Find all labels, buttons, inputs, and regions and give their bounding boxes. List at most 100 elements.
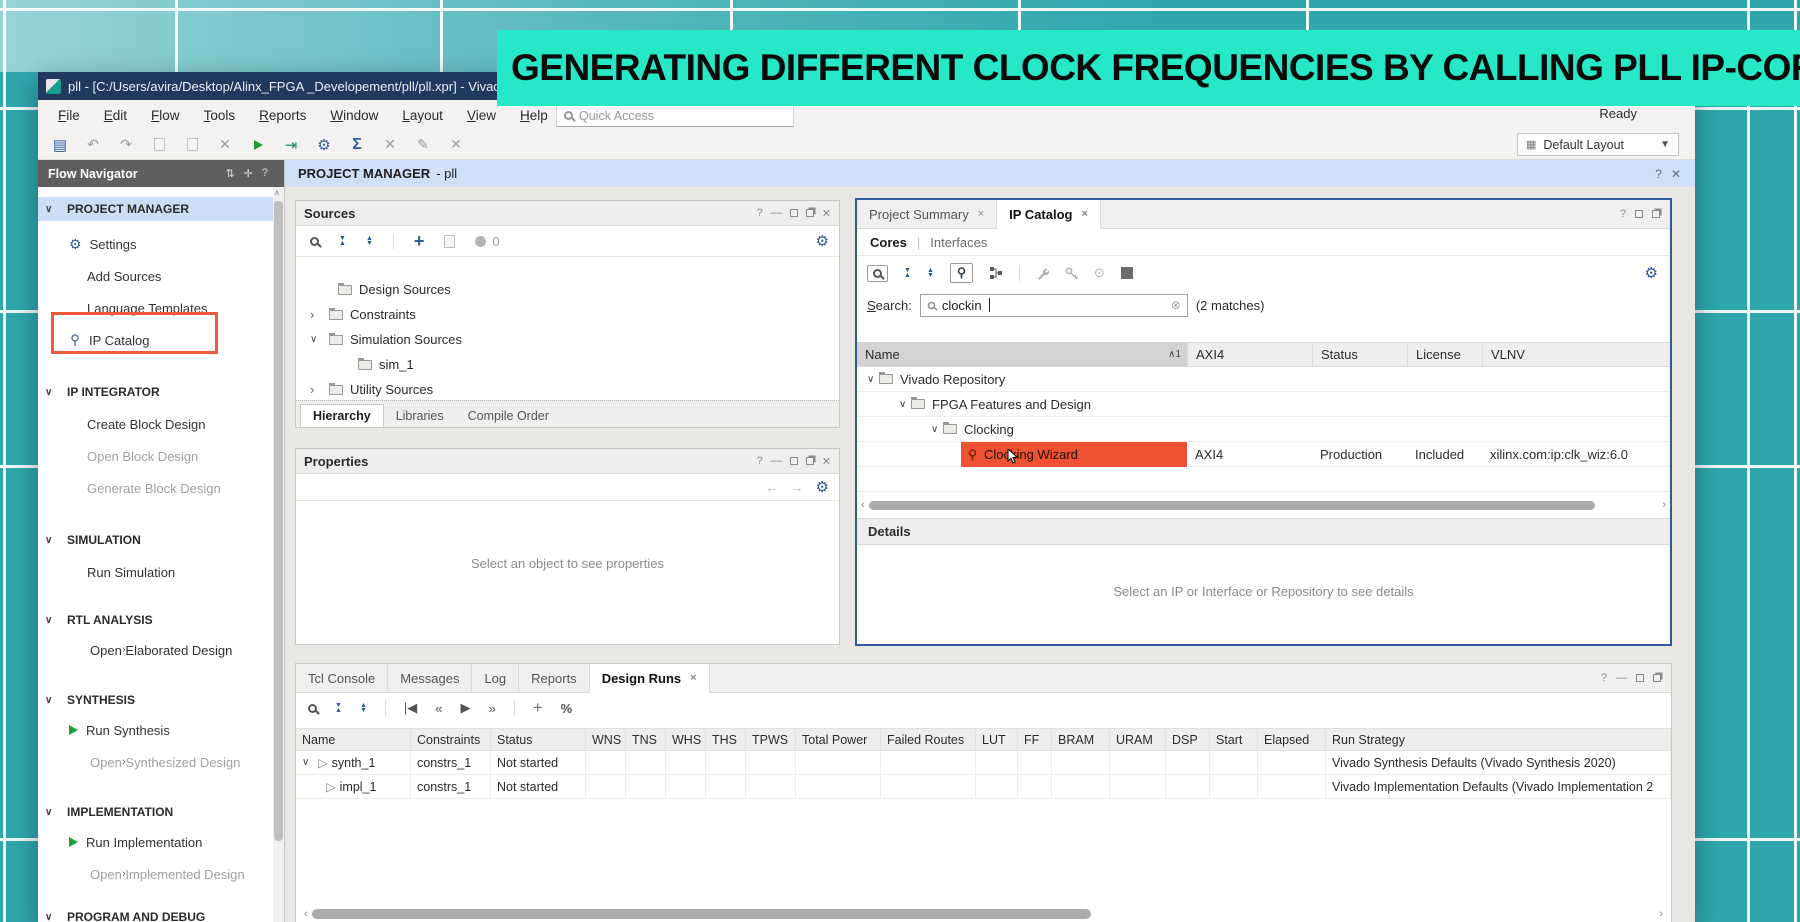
chevron-down-icon[interactable]: ∨ xyxy=(302,757,314,768)
close-icon[interactable]: ✕ xyxy=(822,455,831,468)
collapse-all-icon[interactable]: ▼▲ xyxy=(904,268,911,278)
tree-item-vivado-repository[interactable]: ∨ Vivado Repository xyxy=(857,367,1670,392)
sidebar-section-program-and-debug[interactable]: ∨ PROGRAM AND DEBUG xyxy=(38,905,205,922)
properties-doc-icon[interactable] xyxy=(444,235,455,248)
rewind-icon[interactable]: « xyxy=(435,701,442,716)
expand-all-icon[interactable]: ▲▼ xyxy=(366,236,373,246)
bottom-horizontal-scrollbar[interactable]: ‹ › xyxy=(304,907,1663,921)
settings-gear-icon[interactable]: ⚙ xyxy=(316,136,332,154)
scrollbar-thumb[interactable] xyxy=(869,501,1595,510)
sidebar-item-run-simulation[interactable]: Run Simulation xyxy=(87,560,175,584)
column-header-license[interactable]: License xyxy=(1407,343,1482,366)
add-sources-icon[interactable]: + xyxy=(414,234,425,248)
hierarchy-tree-icon[interactable] xyxy=(989,266,1003,280)
help-icon[interactable]: ? xyxy=(757,207,763,219)
menu-layout[interactable]: Layout xyxy=(390,104,455,127)
chevron-right-icon[interactable]: › xyxy=(122,756,126,768)
sigma-report-icon[interactable]: Σ xyxy=(349,136,365,154)
tab-design-runs[interactable]: Design Runs × xyxy=(590,664,710,693)
table-row-synth-1[interactable]: ∨▷synth_1 constrs_1 Not started Vivado S… xyxy=(296,751,1671,775)
column-header[interactable]: TNS xyxy=(626,729,666,750)
tree-item-fpga-features[interactable]: ∨ FPGA Features and Design xyxy=(857,392,1670,417)
ip-horizontal-scrollbar[interactable]: ‹ › xyxy=(861,498,1666,512)
sidebar-item-open-implemented-design[interactable]: › Open Implemented Design xyxy=(90,862,245,886)
tree-item-constraints[interactable]: › Constraints xyxy=(296,302,839,327)
close-icon[interactable]: ✕ xyxy=(822,207,831,220)
table-row-impl-1[interactable]: ▷impl_1 constrs_1 Not started Vivado Imp… xyxy=(296,775,1671,799)
gear-icon[interactable]: ⚙ xyxy=(816,478,829,496)
tab-libraries[interactable]: Libraries xyxy=(384,405,456,427)
quick-access-search[interactable]: Quick Access xyxy=(556,104,794,127)
undo-icon[interactable]: ↶ xyxy=(85,136,101,153)
menu-flow[interactable]: Flow xyxy=(139,104,192,127)
column-header[interactable]: BRAM xyxy=(1052,729,1110,750)
minimize-icon[interactable]: — xyxy=(1616,672,1627,684)
column-header[interactable]: THS xyxy=(706,729,746,750)
float-icon[interactable] xyxy=(1652,210,1660,218)
scroll-right-icon[interactable]: › xyxy=(1662,499,1666,511)
chevron-right-icon[interactable]: › xyxy=(122,868,126,880)
sidebar-section-synthesis[interactable]: ∨ SYNTHESIS xyxy=(38,688,135,712)
maximize-icon[interactable] xyxy=(790,209,798,217)
forward-arrow-icon[interactable]: → xyxy=(791,480,804,495)
group-by-icon[interactable] xyxy=(950,263,973,283)
menu-edit[interactable]: Edit xyxy=(92,104,139,127)
scrollbar-thumb[interactable] xyxy=(312,909,1091,919)
flow-navigator-scrollbar[interactable]: ∧ xyxy=(273,187,284,922)
collapse-all-icon[interactable]: ▼▲ xyxy=(339,236,346,246)
float-icon[interactable] xyxy=(1653,674,1661,682)
sidebar-item-generate-block-design[interactable]: Generate Block Design xyxy=(87,476,221,500)
sidebar-section-rtl-analysis[interactable]: ∨ RTL ANALYSIS xyxy=(38,608,153,632)
save-icon[interactable] xyxy=(151,138,167,151)
scroll-left-icon[interactable]: ‹ xyxy=(304,908,308,920)
column-header[interactable]: Name xyxy=(296,729,411,750)
sidebar-section-project-manager[interactable]: ∨ PROJECT MANAGER xyxy=(38,197,273,221)
minimize-icon[interactable]: — xyxy=(771,455,782,467)
column-header[interactable]: Status xyxy=(491,729,586,750)
sidebar-item-create-block-design[interactable]: Create Block Design xyxy=(87,412,206,436)
column-header[interactable]: Run Strategy xyxy=(1326,729,1671,750)
chevron-down-icon[interactable]: ∨ xyxy=(867,374,879,385)
clear-search-icon[interactable]: ⊗ xyxy=(1171,298,1181,312)
close-icon[interactable]: × xyxy=(690,672,696,684)
column-header-name[interactable]: Name ∧1 xyxy=(857,343,1187,366)
chevron-right-icon[interactable]: › xyxy=(310,307,322,322)
column-header[interactable]: FF xyxy=(1018,729,1052,750)
run-icon[interactable] xyxy=(250,140,266,150)
back-arrow-icon[interactable]: ← xyxy=(766,480,779,495)
tree-item-clocking[interactable]: ∨ Clocking xyxy=(857,417,1670,442)
edit-icon[interactable]: ✎ xyxy=(415,136,431,153)
gear-icon[interactable]: ⚙ xyxy=(816,232,829,250)
delete-icon[interactable]: ✕ xyxy=(217,136,233,153)
close-icon[interactable]: × xyxy=(1081,208,1087,220)
chevron-right-icon[interactable]: › xyxy=(122,644,126,656)
sidebar-section-implementation[interactable]: ∨ IMPLEMENTATION xyxy=(38,800,173,824)
close-icon[interactable]: ✕ xyxy=(1671,167,1681,181)
sidebar-item-open-synthesized-design[interactable]: › Open Synthesized Design xyxy=(90,750,240,774)
float-icon[interactable] xyxy=(806,209,814,217)
column-header[interactable]: WNS xyxy=(586,729,626,750)
chevron-down-icon[interactable]: ∨ xyxy=(310,334,322,345)
expand-all-icon[interactable]: ▲▼ xyxy=(360,703,367,713)
subtab-interfaces[interactable]: Interfaces xyxy=(930,235,987,250)
sidebar-section-ip-integrator[interactable]: ∨ IP INTEGRATOR xyxy=(38,380,160,404)
menu-help[interactable]: Help xyxy=(508,104,560,127)
pin-icon[interactable]: ✛ xyxy=(244,167,253,180)
open-project-icon[interactable]: ▤ xyxy=(52,136,68,154)
help-icon[interactable]: ? xyxy=(262,167,268,180)
column-header[interactable]: Elapsed xyxy=(1258,729,1326,750)
step-icon[interactable]: ⇥ xyxy=(283,136,299,154)
first-run-icon[interactable]: |◀ xyxy=(404,700,417,716)
menu-reports[interactable]: Reports xyxy=(247,104,318,127)
tree-item-sim-1[interactable]: sim_1 xyxy=(296,352,839,377)
tab-messages[interactable]: Messages xyxy=(388,664,472,692)
tab-hierarchy[interactable]: Hierarchy xyxy=(300,404,384,427)
help-icon[interactable]: ? xyxy=(1620,208,1626,220)
chevron-down-icon[interactable]: ∨ xyxy=(899,399,911,410)
sidebar-item-add-sources[interactable]: Add Sources xyxy=(87,264,161,288)
sidebar-item-open-elaborated-design[interactable]: › Open Elaborated Design xyxy=(90,638,232,662)
column-header-vlnv[interactable]: VLNV xyxy=(1482,343,1670,366)
chevron-down-icon[interactable]: ∨ xyxy=(931,424,943,435)
column-header[interactable]: Failed Routes xyxy=(881,729,976,750)
sidebar-item-open-block-design[interactable]: Open Block Design xyxy=(87,444,198,468)
